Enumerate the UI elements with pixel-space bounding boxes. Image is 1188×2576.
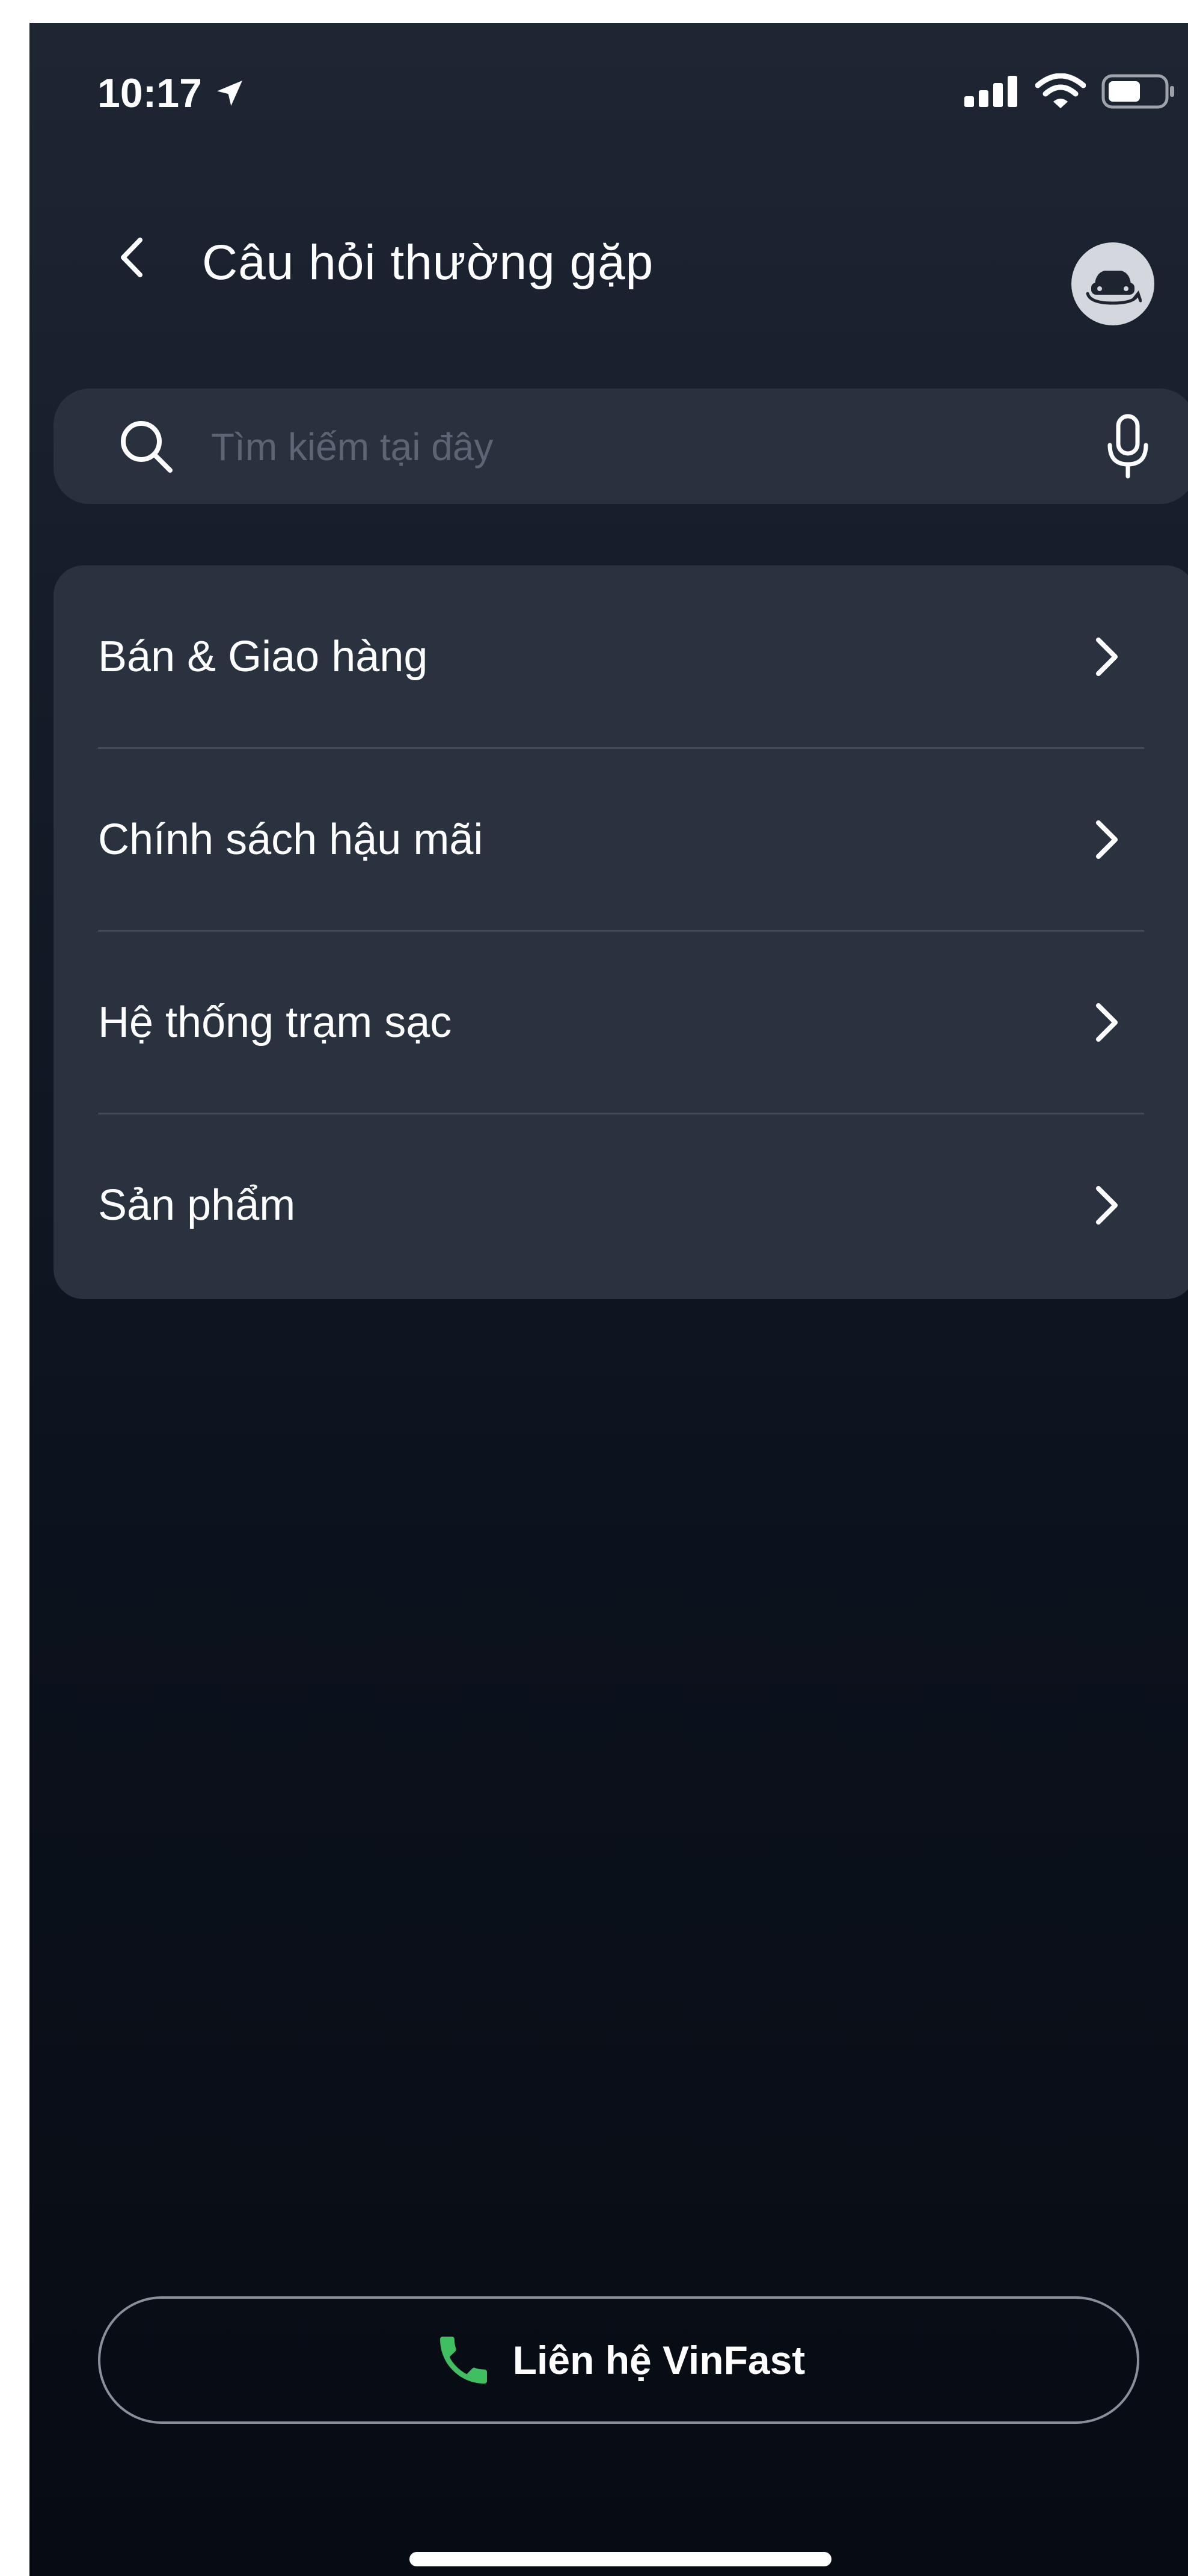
page-title: Câu hỏi thường gặp: [202, 235, 654, 290]
chevron-right-icon: [1096, 1186, 1118, 1225]
chevron-right-icon: [1096, 1003, 1118, 1042]
faq-category-list: Bán & Giao hàng Chính sách hậu mãi Hệ th…: [54, 565, 1188, 1299]
wifi-icon: [1035, 73, 1086, 108]
chevron-left-icon: [121, 238, 142, 277]
car-switch-button[interactable]: [1071, 242, 1154, 325]
list-item-label: Chính sách hậu mãi: [98, 816, 483, 864]
list-item-products[interactable]: Sản phẩm: [54, 1114, 1188, 1297]
list-item-charging-stations[interactable]: Hệ thống trạm sạc: [54, 931, 1188, 1114]
car-switch-icon: [1086, 271, 1142, 305]
list-item-after-sales[interactable]: Chính sách hậu mãi: [54, 748, 1188, 931]
battery-icon: [1101, 74, 1174, 109]
status-bar-time: 10:17: [97, 70, 246, 117]
status-bar-icons: [964, 73, 1176, 109]
contact-vinfast-button[interactable]: Liên hệ VinFast: [98, 2296, 1139, 2424]
list-item-label: Bán & Giao hàng: [98, 633, 428, 681]
phone-icon: [439, 2337, 487, 2384]
list-item-label: Hệ thống trạm sạc: [98, 998, 452, 1047]
microphone-icon[interactable]: [1104, 413, 1152, 480]
status-time-text: 10:17: [97, 70, 202, 116]
chevron-right-icon: [1096, 820, 1118, 859]
search-icon: [121, 421, 173, 473]
home-indicator[interactable]: [409, 2552, 831, 2566]
chevron-right-icon: [1096, 638, 1118, 676]
back-button[interactable]: [108, 233, 156, 281]
list-item-label: Sản phẩm: [98, 1181, 296, 1229]
search-bar[interactable]: [54, 389, 1188, 504]
app-screen: 10:17 Câu hỏi thường gặp Tìm kiếm tại đâ…: [29, 23, 1188, 2576]
search-input[interactable]: [210, 413, 1054, 481]
list-item-sales-delivery[interactable]: Bán & Giao hàng: [54, 565, 1188, 748]
contact-label: Liên hệ VinFast: [512, 2338, 806, 2382]
location-arrow-icon: [216, 81, 242, 106]
signal-icon: [964, 76, 1017, 107]
